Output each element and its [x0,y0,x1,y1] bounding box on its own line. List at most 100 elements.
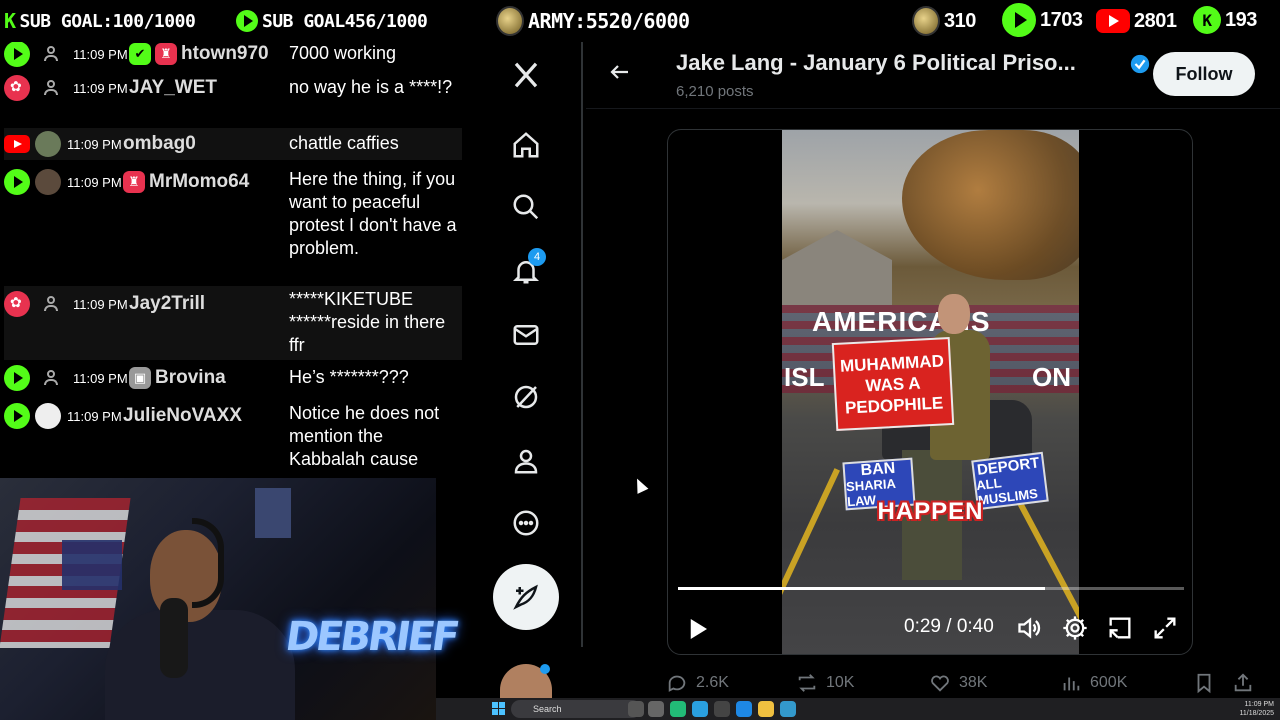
clock-time: 11:09 PM [1244,701,1274,708]
wall-poster [255,488,291,538]
chat-message-meta: 11:09 PM JAY_WET [4,75,217,101]
chat-text: *****KIKETUBE ******reside in there ffr [289,289,446,355]
sub-goal-kick: K SUB GOAL:100/1000 [4,8,196,34]
back-arrow-icon[interactable] [608,60,632,84]
grok-icon[interactable] [507,378,545,416]
chat-message-meta: 11:09 PM Jay2Trill [4,291,206,317]
video-progress-bar[interactable] [678,587,1184,590]
views-action[interactable]: 600K [1060,672,1127,694]
messages-icon[interactable] [507,316,545,354]
video-time: 0:29 / 0:40 [904,616,994,637]
coin-stat: 310 [912,6,976,36]
scrollbar[interactable] [578,42,586,647]
chat-message-meta: 11:09 PM ♜ MrMomo64 [4,169,250,195]
chat-username: JAY_WET [129,77,217,98]
chat-message: 11:09 PM JulieNoVAXX Notice he does not … [4,400,462,465]
coin-icon [912,6,940,36]
rumble-icon [1002,3,1036,37]
profile-icon[interactable] [507,442,545,480]
avatar [35,403,61,429]
chat-username: Brovina [155,367,226,388]
telegram-icon[interactable] [692,701,708,717]
stream-top-bar: K SUB GOAL:100/1000 SUB GOAL456/1000 ARM… [0,0,1280,42]
image-badge-icon: ▣ [129,367,151,389]
file-explorer-icon[interactable] [758,701,774,717]
tree-scene [902,130,1079,280]
reply-icon [668,675,686,692]
feather-icon [513,584,538,610]
rumble-icon [4,169,30,195]
x-logo-icon[interactable] [507,56,545,94]
post-button[interactable] [493,564,559,630]
repost-action[interactable]: 10K [796,672,854,694]
chat-message: 11:09 PM JAY_WET no way he is a ****!? [4,75,462,126]
fullscreen-icon[interactable] [1151,614,1179,642]
picture-in-picture-icon[interactable] [1106,614,1134,642]
red-sign-line: WAS A [864,373,922,395]
clock-date: 11/18/2025 [1239,710,1274,717]
youtube-stat: 2801 [1096,8,1177,34]
chat-username: MrMomo64 [149,171,250,192]
army-goal: ARMY:5520/6000 [496,6,690,36]
share-action[interactable] [1232,672,1254,694]
more-icon[interactable] [507,504,545,542]
search-icon[interactable] [507,188,545,226]
chrome-icon[interactable] [670,701,686,717]
heart-icon [931,675,949,692]
army-badge-icon [496,6,524,36]
taskbar-clock[interactable]: 11:09 PM 11/18/2025 [1239,700,1274,718]
user-icon [44,370,58,386]
app-icon[interactable] [780,701,796,717]
settings-gear-icon[interactable] [1061,614,1089,642]
task-view-icon[interactable] [628,701,644,717]
video-caption: HAPPEN [877,498,984,525]
chat-text: 7000 working [289,43,397,63]
sub-goal-rumble-label: SUB GOAL456/1000 [262,10,428,32]
microphone-icon [160,598,188,678]
bookmark-action[interactable] [1193,672,1215,694]
avatar [35,131,61,157]
windows-start-icon[interactable] [492,702,506,716]
chat-text: chattle caffies [289,133,399,153]
chat-message: 11:09 PM ♜ MrMomo64 Here the thing, if y… [4,166,462,286]
chat-panel: 11:09 PM ✔ ♜ htown970 7000 working 11:09… [0,42,465,465]
sub-goal-kick-label: SUB GOAL:100/1000 [19,10,196,32]
chat-message-meta: 11:09 PM ✔ ♜ htown970 [4,42,269,67]
widgets-icon[interactable] [648,701,664,717]
view-count: 600K [1090,674,1128,691]
chat-username: ombag0 [123,133,196,154]
chat-time: 11:09 PM [73,370,128,386]
play-icon[interactable] [682,614,712,644]
reply-action[interactable]: 2.6K [666,672,729,694]
chat-username: htown970 [181,43,269,64]
repost-count: 10K [826,674,855,691]
vscode-icon[interactable] [736,701,752,717]
volume-icon[interactable] [1016,614,1044,642]
rumble-stat: 1703 [1002,3,1083,37]
post-count: 6,210 posts [676,83,754,100]
like-action[interactable]: 38K [929,672,987,694]
follow-button[interactable]: Follow [1153,52,1255,96]
chat-time: 11:09 PM [73,296,128,312]
moderator-badge-icon: ♜ [155,43,177,65]
chat-time: 11:09 PM [67,174,122,190]
video-frame: AMERICANS ISL ON MUHAMMAD WAS A PEDOPHIL… [782,130,1079,654]
taskbar-search-placeholder: Search [533,704,562,714]
chat-username: Jay2Trill [129,293,206,314]
coin-stat-value: 310 [944,9,976,32]
home-icon[interactable] [507,126,545,164]
rumble-icon [4,42,30,67]
bookmark-icon [1197,673,1211,694]
video-player[interactable]: AMERICANS ISL ON MUHAMMAD WAS A PEDOPHIL… [667,129,1193,655]
moderator-badge-icon: ♜ [123,171,145,193]
rumble-stat-value: 1703 [1040,8,1083,31]
user-icon [44,80,58,96]
taskbar-search-input[interactable]: Search [511,700,641,718]
banner-text-left: ISL [784,362,825,392]
twitch-icon [4,291,30,317]
obs-icon[interactable] [714,701,730,717]
video-progress-fill [678,587,1045,590]
red-protest-sign: MUHAMMAD WAS A PEDOPHILE [831,336,955,432]
youtube-stat-value: 2801 [1134,9,1177,32]
kick-icon: K [1193,6,1221,34]
